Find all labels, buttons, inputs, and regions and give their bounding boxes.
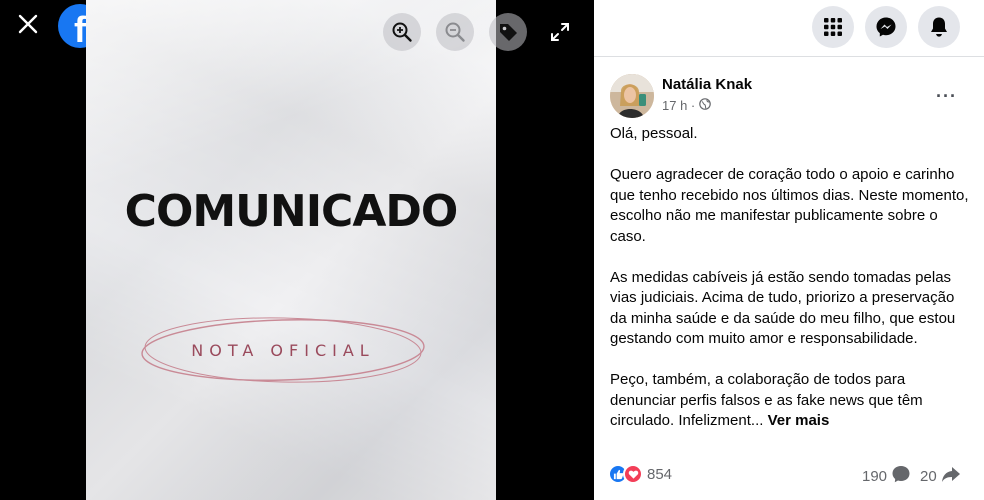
share-icon [941, 464, 961, 488]
love-icon [623, 464, 643, 484]
menu-grid-icon[interactable] [812, 6, 854, 48]
author-name[interactable]: Natália Knak [662, 76, 752, 93]
shares-count: 20 [920, 467, 937, 485]
close-icon[interactable] [10, 8, 46, 44]
comment-icon [891, 464, 911, 488]
more-options-icon[interactable]: ··· [936, 86, 957, 107]
reactions-count: 854 [647, 465, 673, 483]
zoom-in-icon[interactable] [383, 13, 421, 51]
see-more-link[interactable]: Ver mais [768, 412, 830, 429]
notifications-bell-icon[interactable] [918, 6, 960, 48]
tag-icon[interactable] [489, 13, 527, 51]
post-paragraph: Quero agradecer de coração todo o apoio … [610, 166, 969, 245]
shares-summary[interactable]: 20 [920, 464, 961, 488]
messenger-icon[interactable] [865, 6, 907, 48]
comments-count: 190 [862, 467, 888, 485]
post-meta: 17 h · [662, 98, 712, 113]
post-paragraph-text: Peço, também, a colaboração de todos par… [610, 371, 923, 429]
zoom-out-icon[interactable] [436, 13, 474, 51]
post-time[interactable]: 17 h · [662, 98, 695, 113]
photo-subheadline: NOTA OFICIAL [191, 341, 375, 360]
top-bar [594, 0, 984, 57]
reactions-summary[interactable]: 854 [608, 464, 672, 484]
author-avatar[interactable] [610, 74, 654, 118]
post-paragraph: As medidas cabíveis já estão sendo tomad… [610, 268, 956, 348]
photo-viewer: f COMUNICADO NOTA OFICIAL [0, 0, 594, 500]
nota-oficial-stamp: NOTA OFICIAL [138, 312, 428, 386]
fullscreen-icon[interactable] [548, 20, 572, 44]
globe-icon [699, 98, 712, 113]
comments-summary[interactable]: 190 [862, 464, 911, 488]
photo-headline: COMUNICADO [124, 186, 459, 237]
post-paragraph: Peço, também, a colaboração de todos par… [610, 370, 970, 432]
post-panel: Natália Knak 17 h · ··· Olá, pessoal. Qu… [594, 0, 984, 500]
post-footer: 854 190 20 [608, 464, 974, 486]
post-paragraph: Olá, pessoal. [610, 125, 698, 142]
post-photo[interactable]: COMUNICADO NOTA OFICIAL [86, 0, 496, 500]
post-body: Olá, pessoal. Quero agradecer de coração… [610, 124, 970, 452]
